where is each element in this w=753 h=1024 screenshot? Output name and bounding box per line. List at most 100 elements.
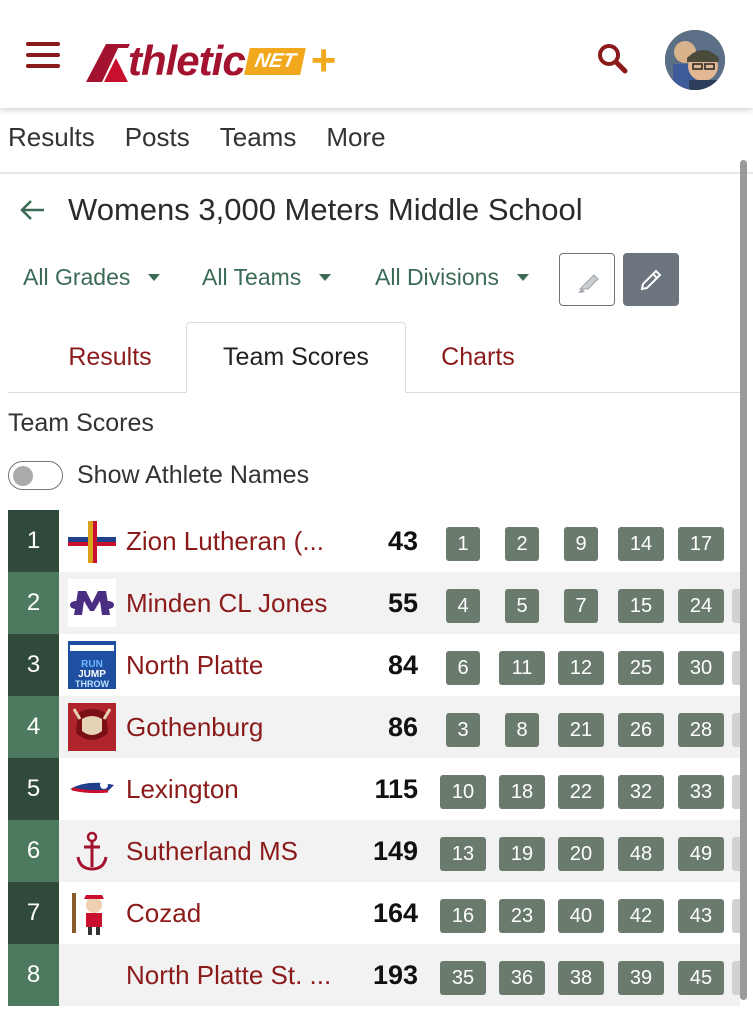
athlete-place-badge[interactable]: 5 <box>505 589 539 623</box>
overflow-badge-edge <box>732 713 740 747</box>
scrollbar[interactable] <box>740 160 747 1000</box>
team-name-link[interactable]: Lexington <box>126 758 239 820</box>
subnav-posts[interactable]: Posts <box>125 122 190 153</box>
team-name-link[interactable]: Zion Lutheran (... <box>126 510 324 572</box>
athlete-place-badge[interactable]: 26 <box>618 713 664 747</box>
athlete-place-badge[interactable]: 30 <box>678 651 724 685</box>
teams-dropdown[interactable]: All Teams <box>202 264 332 291</box>
athlete-place-badge[interactable]: 10 <box>440 775 486 809</box>
team-rank: 2 <box>8 572 59 634</box>
m-logo-icon <box>68 579 116 627</box>
team-rank: 1 <box>8 510 59 572</box>
athlete-place-badge[interactable]: 23 <box>499 899 545 933</box>
athlete-place-badge[interactable]: 9 <box>564 527 598 561</box>
athlete-place-badge[interactable]: 39 <box>618 961 664 995</box>
athlete-place-badge[interactable]: 14 <box>618 527 664 561</box>
athlete-place-badge[interactable]: 49 <box>678 837 724 871</box>
team-scores-table: 1 Zion Lutheran (... 43 1 2 9 14 17 2 Minden CL J… <box>8 510 740 1006</box>
team-row: 1 Zion Lutheran (... 43 1 2 9 14 17 <box>8 510 740 572</box>
athlete-place-badge[interactable]: 11 <box>499 651 545 685</box>
team-score: 149 <box>372 836 418 866</box>
tab-results[interactable]: Results <box>30 322 190 393</box>
athlete-place-badge[interactable]: 28 <box>678 713 724 747</box>
athlete-place-badge[interactable]: 32 <box>618 775 664 809</box>
svg-text:THROW: THROW <box>75 679 109 689</box>
team-row: 7 Cozad 164 16 23 40 42 43 <box>8 882 740 944</box>
team-name-link[interactable]: Cozad <box>126 882 201 944</box>
search-icon[interactable] <box>596 42 628 74</box>
athlete-place-badge[interactable]: 42 <box>618 899 664 933</box>
athlete-place-badge[interactable]: 16 <box>440 899 486 933</box>
team-name-link[interactable]: North Platte St. ... <box>126 944 331 1006</box>
athlete-place-badge[interactable]: 17 <box>678 527 724 561</box>
team-score: 115 <box>374 774 418 804</box>
team-score: 164 <box>372 898 418 928</box>
athlete-place-badge[interactable]: 8 <box>505 713 539 747</box>
highlighter-icon <box>578 274 599 293</box>
logo-net-badge: NET <box>243 47 306 75</box>
athlete-place-badge[interactable]: 22 <box>558 775 604 809</box>
athleticnet-logo[interactable]: thletic NET + <box>84 36 336 86</box>
athlete-place-badge[interactable]: 25 <box>618 651 664 685</box>
tab-charts[interactable]: Charts <box>406 322 550 393</box>
team-rank: 5 <box>8 758 59 820</box>
team-name-link[interactable]: North Platte <box>126 634 263 696</box>
athlete-place-badge[interactable]: 45 <box>678 961 724 995</box>
highlight-button[interactable] <box>559 253 615 306</box>
athlete-place-badge[interactable]: 20 <box>558 837 604 871</box>
edit-button[interactable] <box>623 253 679 306</box>
athlete-place-badge[interactable]: 12 <box>558 651 604 685</box>
divisions-dropdown-label: All Divisions <box>375 264 499 290</box>
pencil-icon <box>640 269 662 291</box>
user-avatar[interactable] <box>665 30 725 90</box>
menu-icon[interactable] <box>26 42 60 72</box>
team-rank: 3 <box>8 634 59 696</box>
team-row: 5 Lexington 115 10 18 22 32 33 <box>8 758 740 820</box>
show-athlete-names-toggle[interactable] <box>8 461 63 490</box>
athlete-place-badge[interactable]: 15 <box>618 589 664 623</box>
athlete-place-badge[interactable]: 1 <box>446 527 480 561</box>
athlete-place-badge[interactable]: 18 <box>499 775 545 809</box>
team-row: 8 North Platte St. ... 193 35 36 38 39 45 <box>8 944 740 1006</box>
team-rank: 6 <box>8 820 59 882</box>
athlete-place-badge[interactable]: 13 <box>440 837 486 871</box>
athlete-place-badge[interactable]: 6 <box>446 651 480 685</box>
team-name-link[interactable]: Gothenburg <box>126 696 263 758</box>
team-name-link[interactable]: Minden CL Jones <box>126 572 327 634</box>
athlete-place-badge[interactable]: 2 <box>505 527 539 561</box>
chevron-down-icon <box>516 274 529 281</box>
grades-dropdown[interactable]: All Grades <box>23 264 161 291</box>
athlete-place-badge[interactable]: 24 <box>678 589 724 623</box>
athlete-place-badge[interactable]: 43 <box>678 899 724 933</box>
athlete-place-badge[interactable]: 21 <box>558 713 604 747</box>
team-rank: 8 <box>8 944 59 1006</box>
athlete-place-badge[interactable]: 3 <box>446 713 480 747</box>
athlete-place-badge[interactable]: 48 <box>618 837 664 871</box>
teams-dropdown-label: All Teams <box>202 264 302 290</box>
overflow-badge-edge <box>732 651 740 685</box>
cross-icon <box>68 521 116 563</box>
anchor-icon <box>76 831 108 871</box>
athlete-place-badge[interactable]: 36 <box>499 961 545 995</box>
team-row: 2 Minden CL Jones 55 4 5 7 15 24 <box>8 572 740 634</box>
subnav-more[interactable]: More <box>326 122 385 153</box>
athlete-place-badge[interactable]: 35 <box>440 961 486 995</box>
athlete-place-badge[interactable]: 38 <box>558 961 604 995</box>
section-title: Team Scores <box>8 409 154 437</box>
back-arrow-icon[interactable] <box>18 196 46 224</box>
subnav-results[interactable]: Results <box>8 122 95 153</box>
team-name-link[interactable]: Sutherland MS <box>126 820 298 882</box>
team-rank: 7 <box>8 882 59 944</box>
subnav-teams[interactable]: Teams <box>220 122 297 153</box>
page-title: Womens 3,000 Meters Middle School <box>68 192 583 227</box>
athlete-place-badge[interactable]: 40 <box>558 899 604 933</box>
athlete-place-badge[interactable]: 4 <box>446 589 480 623</box>
athlete-place-badge[interactable]: 7 <box>564 589 598 623</box>
athlete-place-badge[interactable]: 33 <box>678 775 724 809</box>
avatar-photo-icon <box>665 30 725 90</box>
logo-plus: + <box>310 36 337 85</box>
viking-icon <box>68 703 116 751</box>
tab-team-scores[interactable]: Team Scores <box>186 322 406 393</box>
divisions-dropdown[interactable]: All Divisions <box>375 264 529 291</box>
athlete-place-badge[interactable]: 19 <box>499 837 545 871</box>
